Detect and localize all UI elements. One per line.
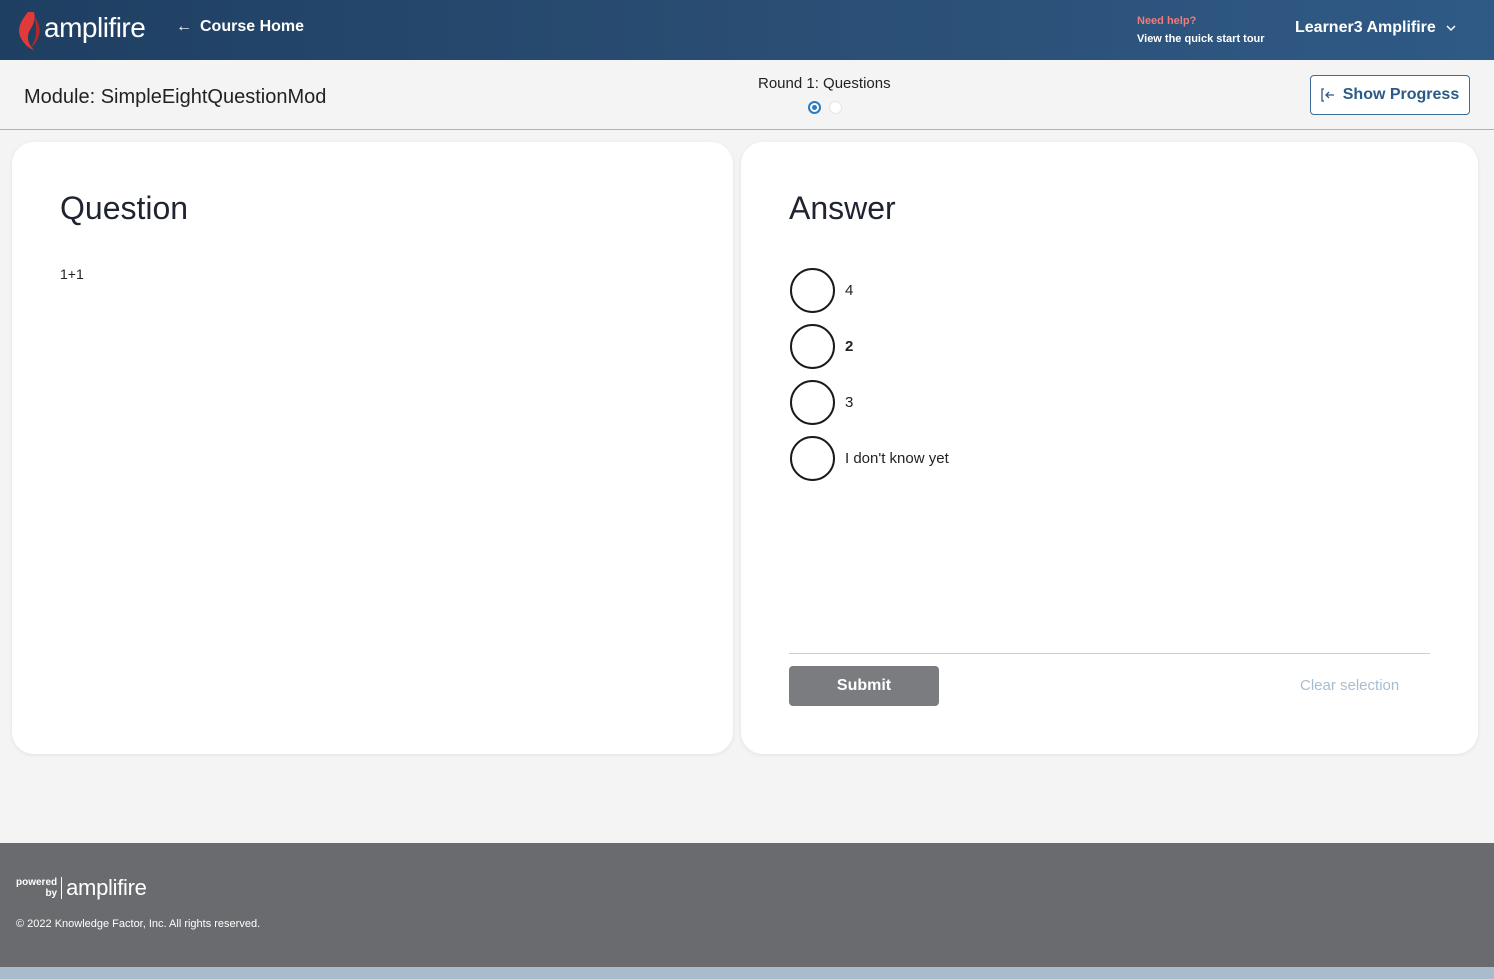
submit-button[interactable]: Submit [789,666,939,706]
progress-panel-icon [1321,88,1334,102]
round-dot-active [808,101,821,114]
radio-button[interactable] [790,323,835,369]
radio-button[interactable] [790,379,835,425]
user-name: Learner3 Amplifire [1295,19,1436,36]
round-dot-inactive [829,101,842,114]
footer-brand: amplifire [66,875,147,900]
logo-separator [61,877,63,899]
bottom-strip [0,967,1494,979]
answer-heading: Answer [789,190,896,226]
clear-selection-link[interactable]: Clear selection [1300,677,1399,694]
powered-line: powered [16,877,58,888]
quick-start-tour-link[interactable]: View the quick start tour [1137,30,1265,48]
powered-by-logo: powered by amplifire [16,875,147,901]
answer-option-label: 2 [845,337,854,355]
copyright: © 2022 Knowledge Factor, Inc. All rights… [16,918,261,930]
answer-option-label: I don't know yet [845,449,949,467]
course-home-link[interactable]: ← Course Home [176,18,304,36]
answer-option-label: 4 [845,281,854,299]
help-block: Need help? View the quick start tour [1137,12,1265,48]
flame-logo-icon [19,12,40,50]
question-text: 1+1 [60,266,84,282]
module-title: Module: SimpleEightQuestionMod [24,86,327,108]
answer-option[interactable]: 3 [790,374,949,430]
answer-option[interactable]: 2 [790,318,949,374]
round-indicator [808,101,842,114]
chevron-down-icon [1446,25,1456,32]
answer-option[interactable]: 4 [790,262,949,318]
show-progress-button[interactable]: Show Progress [1310,75,1470,115]
footer: powered by amplifire © 2022 Knowledge Fa… [0,843,1494,967]
answer-option[interactable]: I don't know yet [790,430,949,486]
round-label: Round 1: Questions [758,75,891,92]
answer-option-label: 3 [845,393,854,411]
question-heading: Question [60,190,189,226]
logo-wordmark: amplifire [44,12,146,43]
answer-options: 4 2 3 I don't know yet [790,262,949,486]
amplifire-logo[interactable]: amplifire [16,8,146,52]
help-title: Need help? [1137,15,1197,27]
top-navbar: amplifire ← Course Home Need help? View … [0,0,1494,60]
show-progress-label: Show Progress [1342,86,1460,103]
radio-button[interactable] [790,435,835,481]
module-header: Module: SimpleEightQuestionMod Round 1: … [0,60,1494,130]
question-card: Question 1+1 [12,142,733,754]
radio-button[interactable] [790,267,835,313]
user-menu[interactable]: Learner3 Amplifire [1295,19,1456,37]
powered-by-text: powered by [16,877,57,899]
answer-divider [789,653,1430,654]
course-home-label: Course Home [200,18,305,35]
answer-card: Answer 4 2 3 I don't know yet Submit Cle… [741,142,1478,754]
arrow-left-icon: ← [176,18,192,35]
by-line: by [45,888,58,899]
